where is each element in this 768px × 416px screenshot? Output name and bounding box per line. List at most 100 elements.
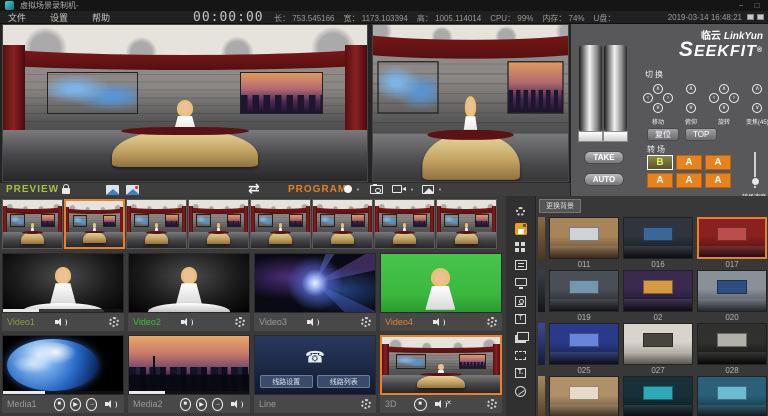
play-button[interactable]: ▶ <box>196 398 207 411</box>
stop-button[interactable]: ■ <box>414 398 427 411</box>
arrow-button[interactable]: › <box>729 93 739 103</box>
volume-button[interactable] <box>181 317 197 327</box>
seek-bar[interactable] <box>129 391 249 394</box>
camera-angle-thumbnail[interactable] <box>64 199 125 249</box>
scene-thumbnail[interactable] <box>549 323 619 365</box>
video4-thumbnail[interactable] <box>380 253 502 313</box>
scene-thumbnail[interactable] <box>623 217 693 259</box>
minimize-button[interactable]: − <box>734 0 748 11</box>
scene-thumbnail-cut[interactable] <box>538 323 545 365</box>
camera-angle-thumbnail[interactable] <box>188 199 249 249</box>
save-project-icon[interactable] <box>506 220 535 238</box>
gear-button[interactable] <box>235 317 245 327</box>
scene-thumbnail-cut[interactable] <box>538 376 545 416</box>
signature-pen-icon[interactable] <box>506 382 535 400</box>
stop-button[interactable]: ■ <box>180 398 191 411</box>
display-icon[interactable] <box>506 274 535 292</box>
line-list-button[interactable]: 线路列表 <box>317 375 370 388</box>
loop-button[interactable]: → <box>86 398 97 411</box>
layout-toggle-button[interactable] <box>747 14 754 20</box>
frame-icon[interactable] <box>506 346 535 364</box>
arrow-button[interactable]: ‹ <box>643 93 653 103</box>
menu-item[interactable]: 帮助 <box>92 11 110 24</box>
scene-thumbnail[interactable] <box>623 323 693 365</box>
t-bar-handle[interactable] <box>579 45 602 131</box>
arrow-button[interactable]: ‹ <box>709 93 719 103</box>
snapshot-add-icon[interactable] <box>126 185 139 195</box>
scene-thumbnail[interactable] <box>697 376 767 416</box>
loop-button[interactable]: → <box>212 398 223 411</box>
media2-thumbnail[interactable] <box>128 335 250 395</box>
scene-thumbnail[interactable] <box>697 323 767 365</box>
arrow-button[interactable]: ∧ <box>752 84 762 94</box>
3d-thumbnail[interactable] <box>380 335 502 395</box>
camera-snapshot-button[interactable] <box>370 185 383 194</box>
arrow-button[interactable]: ∨ <box>686 103 696 113</box>
scene-thumbnail-cut[interactable] <box>538 270 545 312</box>
transition-a-button[interactable]: A <box>676 173 702 188</box>
playlist-icon[interactable] <box>506 256 535 274</box>
camera-angle-thumbnail[interactable] <box>374 199 435 249</box>
preview-monitor[interactable] <box>2 24 368 182</box>
stop-button[interactable]: ■ <box>54 398 65 411</box>
program-monitor[interactable] <box>372 24 569 182</box>
camcorder-button[interactable]: ▼ <box>392 185 414 193</box>
arrow-button[interactable]: ∧ <box>686 84 696 94</box>
video1-thumbnail[interactable] <box>2 253 124 313</box>
effects-box-icon[interactable] <box>506 292 535 310</box>
video2-thumbnail[interactable] <box>128 253 250 313</box>
settings-gear-icon[interactable] <box>506 202 535 220</box>
arrow-button[interactable]: ∨ <box>719 103 729 113</box>
camera-angle-thumbnail[interactable] <box>436 199 497 249</box>
scene-thumbnail-cut[interactable] <box>538 217 545 259</box>
arrow-button[interactable]: ∧ <box>719 84 729 94</box>
reset-button[interactable]: 复位 <box>647 128 679 141</box>
camera-angle-thumbnail[interactable] <box>250 199 311 249</box>
menu-item[interactable]: 设置 <box>50 11 68 24</box>
gear-button[interactable] <box>487 317 497 327</box>
volume-button[interactable] <box>105 399 119 409</box>
layout-toggle-button[interactable] <box>757 14 764 20</box>
title-box-icon[interactable] <box>506 310 535 328</box>
arrow-button[interactable]: ∧ <box>653 84 663 94</box>
gear-button[interactable] <box>487 399 497 409</box>
gear-button[interactable] <box>361 399 371 409</box>
picture-output-button[interactable]: ▼ <box>422 185 442 194</box>
camera-angle-thumbnail[interactable] <box>2 199 63 249</box>
scene-thumbnail[interactable] <box>697 270 767 312</box>
seek-bar[interactable] <box>3 391 123 394</box>
play-button[interactable]: ▶ <box>70 398 81 411</box>
mute-button[interactable]: × <box>435 399 451 409</box>
take-button[interactable]: TAKE <box>584 151 624 164</box>
swap-transition-button[interactable]: ⇄ <box>248 183 260 193</box>
snapshot-icon[interactable] <box>106 185 119 195</box>
scene-thumbnail[interactable] <box>623 376 693 416</box>
media1-thumbnail[interactable] <box>2 335 124 395</box>
scene-grid-icon[interactable] <box>506 238 535 256</box>
arrow-button[interactable]: ∨ <box>752 103 762 113</box>
auto-button[interactable]: AUTO <box>584 173 624 186</box>
transition-a-button[interactable]: A <box>705 155 731 170</box>
volume-button[interactable] <box>433 317 449 327</box>
scene-thumbnail[interactable] <box>623 270 693 312</box>
top-button[interactable]: TOP <box>685 128 717 141</box>
record-button[interactable]: ▼ <box>344 185 360 193</box>
gear-button[interactable] <box>361 317 371 327</box>
video3-thumbnail[interactable] <box>254 253 376 313</box>
transition-a-button[interactable]: A <box>705 173 731 188</box>
volume-button[interactable] <box>231 399 245 409</box>
volume-button[interactable] <box>55 317 71 327</box>
layers-icon[interactable] <box>506 328 535 346</box>
transition-b-button[interactable]: B <box>647 155 673 170</box>
subtitle-text-icon[interactable] <box>506 364 535 382</box>
t-bar-handle[interactable] <box>604 45 627 131</box>
camera-angle-thumbnail[interactable] <box>126 199 187 249</box>
scene-thumbnail[interactable] <box>549 376 619 416</box>
arrow-button[interactable]: ∨ <box>653 103 663 113</box>
scene-thumbnail[interactable] <box>549 270 619 312</box>
transition-speed-slider[interactable] <box>754 152 756 188</box>
menu-item[interactable]: 文件 <box>8 11 26 24</box>
change-background-tab[interactable]: 更换背景 <box>539 199 581 213</box>
transition-a-button[interactable]: A <box>647 173 673 188</box>
line-thumbnail[interactable]: ☎线路设置线路列表 <box>254 335 376 395</box>
